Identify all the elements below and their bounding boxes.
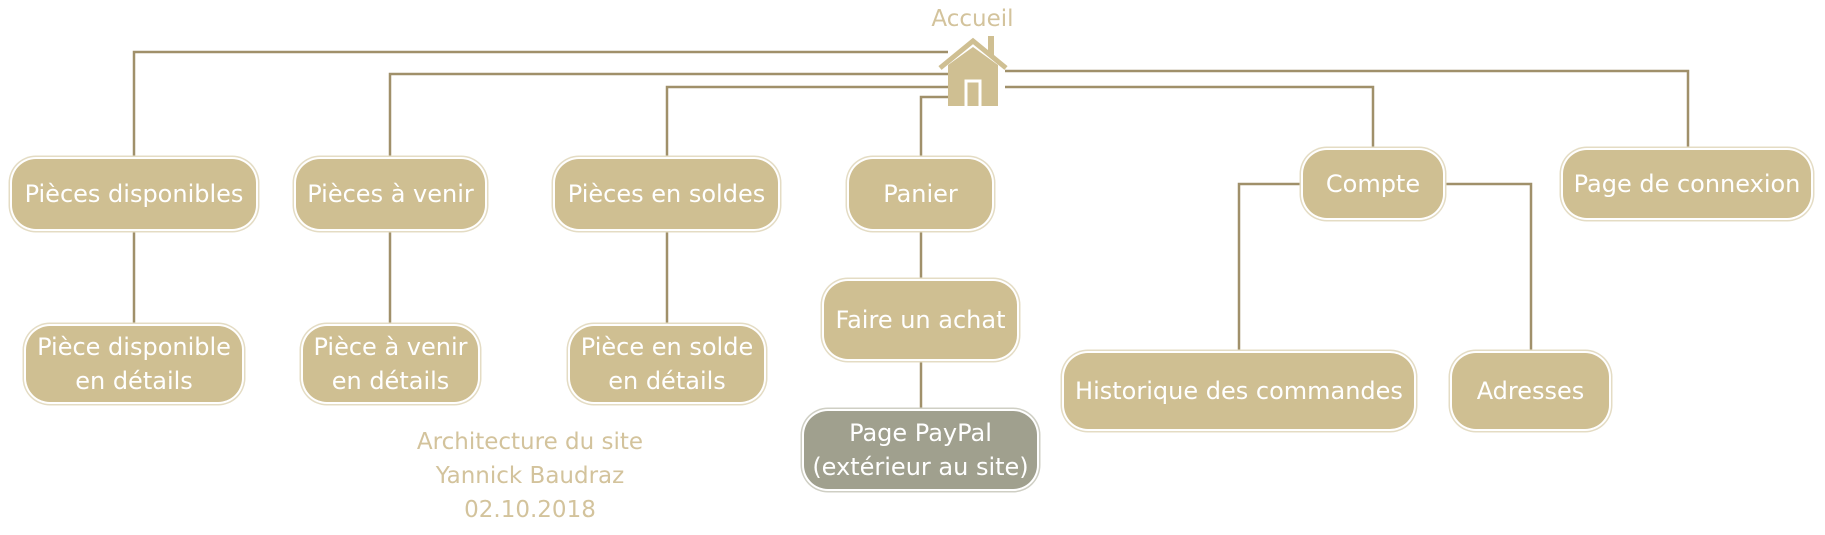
home-icon[interactable] bbox=[938, 35, 1008, 107]
node-compte[interactable]: Compte bbox=[1303, 150, 1443, 218]
home-label: Accueil bbox=[931, 6, 1014, 32]
node-page-de-connexion[interactable]: Page de connexion bbox=[1563, 150, 1811, 218]
credits: Architecture du site Yannick Baudraz 02.… bbox=[380, 425, 680, 527]
node-pieces-en-soldes[interactable]: Pièces en soldes bbox=[555, 159, 778, 229]
node-label: Pièce en solde en détails bbox=[580, 333, 754, 395]
node-label: Pièce à venir en détails bbox=[313, 333, 468, 395]
node-panier[interactable]: Panier bbox=[849, 159, 992, 229]
node-piece-disponible-detail[interactable]: Pièce disponible en détails bbox=[26, 326, 242, 402]
node-pieces-disponibles[interactable]: Pièces disponibles bbox=[12, 159, 256, 229]
node-label: Pièce disponible en détails bbox=[37, 333, 231, 395]
node-label: Page PayPal (extérieur au site) bbox=[812, 419, 1029, 481]
node-faire-un-achat[interactable]: Faire un achat bbox=[824, 281, 1017, 359]
node-page-paypal[interactable]: Page PayPal (extérieur au site) bbox=[804, 411, 1037, 489]
node-adresses[interactable]: Adresses bbox=[1452, 353, 1609, 429]
credits-author: Yannick Baudraz bbox=[435, 463, 625, 489]
node-piece-en-solde-detail[interactable]: Pièce en solde en détails bbox=[570, 326, 764, 402]
node-pieces-a-venir[interactable]: Pièces à venir bbox=[296, 159, 485, 229]
credits-title: Architecture du site bbox=[416, 429, 644, 455]
node-piece-a-venir-detail[interactable]: Pièce à venir en détails bbox=[303, 326, 478, 402]
credits-date: 02.10.2018 bbox=[464, 497, 596, 523]
node-historique-des-commandes[interactable]: Historique des commandes bbox=[1064, 353, 1414, 429]
